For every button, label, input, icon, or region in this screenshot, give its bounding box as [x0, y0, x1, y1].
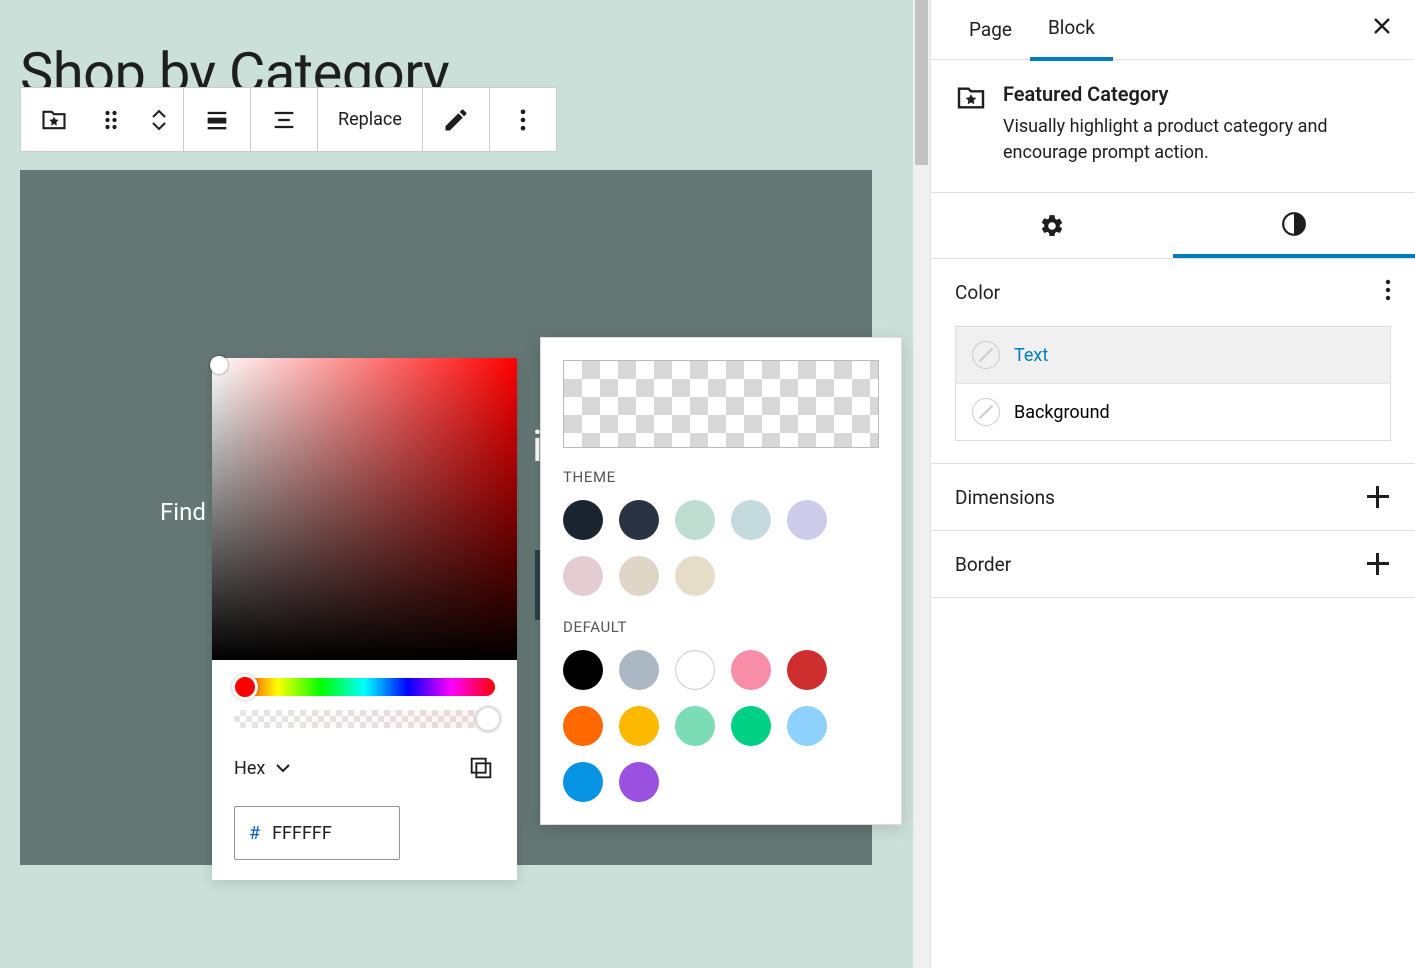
theme-swatch[interactable]: [731, 500, 771, 540]
default-colors-label: DEFAULT: [563, 618, 879, 636]
saturation-handle[interactable]: [210, 356, 228, 374]
color-picker-popover: Hex #: [212, 358, 517, 880]
hue-slider[interactable]: [234, 678, 495, 696]
color-item-background[interactable]: Background: [956, 383, 1390, 440]
default-swatch[interactable]: [787, 650, 827, 690]
copy-color-button[interactable]: [467, 754, 495, 782]
more-vertical-icon: [1385, 279, 1391, 301]
settings-sidebar: Page Block Featured Category Visually hi…: [930, 0, 1415, 968]
content-position-button[interactable]: [251, 88, 317, 151]
block-type-button[interactable]: [21, 88, 87, 151]
color-format-select[interactable]: Hex: [234, 758, 291, 779]
dimensions-panel: Dimensions: [931, 464, 1415, 531]
subtab-settings[interactable]: [931, 193, 1173, 258]
border-panel-title: Border: [955, 553, 1011, 576]
sidebar-tabs: Page Block: [931, 0, 1415, 60]
color-preview[interactable]: [563, 360, 879, 448]
align-full-icon: [203, 106, 231, 134]
text-color-label: Text: [1014, 345, 1048, 366]
background-color-label: Background: [1014, 402, 1110, 423]
theme-swatch[interactable]: [787, 500, 827, 540]
theme-swatch[interactable]: [619, 500, 659, 540]
theme-swatch[interactable]: [563, 556, 603, 596]
featured-category-icon: [40, 106, 68, 134]
alpha-slider[interactable]: [234, 710, 495, 728]
pencil-icon: [442, 106, 470, 134]
tab-page[interactable]: Page: [951, 0, 1030, 59]
hash-symbol: #: [249, 823, 260, 844]
block-description: Visually highlight a product category an…: [1003, 114, 1391, 166]
edit-button[interactable]: [423, 88, 489, 151]
hex-input[interactable]: [272, 823, 385, 844]
theme-swatch[interactable]: [563, 500, 603, 540]
close-icon: [1371, 15, 1393, 37]
canvas-scrollbar[interactable]: ▲: [913, 0, 930, 968]
editor-canvas: Shop by Category: [0, 0, 930, 968]
alpha-handle[interactable]: [475, 706, 501, 732]
more-options-button[interactable]: [490, 88, 556, 151]
hex-input-wrapper[interactable]: #: [234, 806, 400, 860]
gear-icon: [1039, 213, 1065, 239]
border-add-button[interactable]: [1365, 551, 1391, 577]
block-toolbar: Replace: [20, 87, 557, 152]
hue-handle[interactable]: [232, 674, 258, 700]
default-swatch[interactable]: [563, 762, 603, 802]
subtab-styles[interactable]: [1173, 193, 1415, 258]
featured-category-icon: [955, 82, 987, 114]
default-swatch[interactable]: [619, 650, 659, 690]
scrollbar-thumb[interactable]: [915, 0, 928, 165]
background-color-swatch: [972, 398, 1000, 426]
default-swatch[interactable]: [675, 706, 715, 746]
inspector-subtabs: [931, 193, 1415, 259]
close-sidebar-button[interactable]: [1367, 14, 1397, 44]
block-name: Featured Category: [1003, 82, 1391, 106]
replace-button[interactable]: Replace: [318, 88, 422, 151]
border-panel: Border: [931, 531, 1415, 598]
theme-swatch[interactable]: [675, 500, 715, 540]
block-mover[interactable]: [135, 88, 183, 151]
theme-swatch[interactable]: [619, 556, 659, 596]
block-info: Featured Category Visually highlight a p…: [931, 60, 1415, 193]
color-panel: Color Text Background: [931, 259, 1415, 464]
default-swatch-grid: [563, 650, 879, 802]
align-button[interactable]: [184, 88, 250, 151]
color-panel-title: Color: [955, 281, 1000, 304]
styles-icon: [1281, 211, 1307, 237]
default-swatch[interactable]: [619, 706, 659, 746]
color-format-label: Hex: [234, 758, 265, 779]
saturation-field[interactable]: [212, 358, 517, 660]
theme-swatch-grid: [563, 500, 879, 596]
theme-colors-label: THEME: [563, 468, 879, 486]
chevron-down-icon: [275, 763, 291, 773]
drag-icon: [97, 106, 125, 134]
default-swatch[interactable]: [731, 650, 771, 690]
chevron-down-icon: [151, 121, 167, 131]
color-swatch-popover: THEME DEFAULT: [540, 337, 902, 825]
color-panel-menu[interactable]: [1385, 279, 1391, 306]
text-color-swatch: [972, 341, 1000, 369]
default-swatch[interactable]: [675, 650, 715, 690]
chevron-up-icon: [151, 109, 167, 119]
default-swatch[interactable]: [619, 762, 659, 802]
more-vertical-icon: [509, 106, 537, 134]
default-swatch[interactable]: [563, 706, 603, 746]
default-swatch[interactable]: [563, 650, 603, 690]
drag-handle[interactable]: [87, 88, 135, 151]
dimensions-panel-title: Dimensions: [955, 486, 1055, 509]
tab-block[interactable]: Block: [1030, 0, 1113, 61]
dimensions-add-button[interactable]: [1365, 484, 1391, 510]
color-item-text[interactable]: Text: [956, 327, 1390, 383]
content-center-icon: [270, 106, 298, 134]
default-swatch[interactable]: [731, 706, 771, 746]
default-swatch[interactable]: [787, 706, 827, 746]
featured-subtext-left: Find t: [160, 498, 220, 526]
theme-swatch[interactable]: [675, 556, 715, 596]
